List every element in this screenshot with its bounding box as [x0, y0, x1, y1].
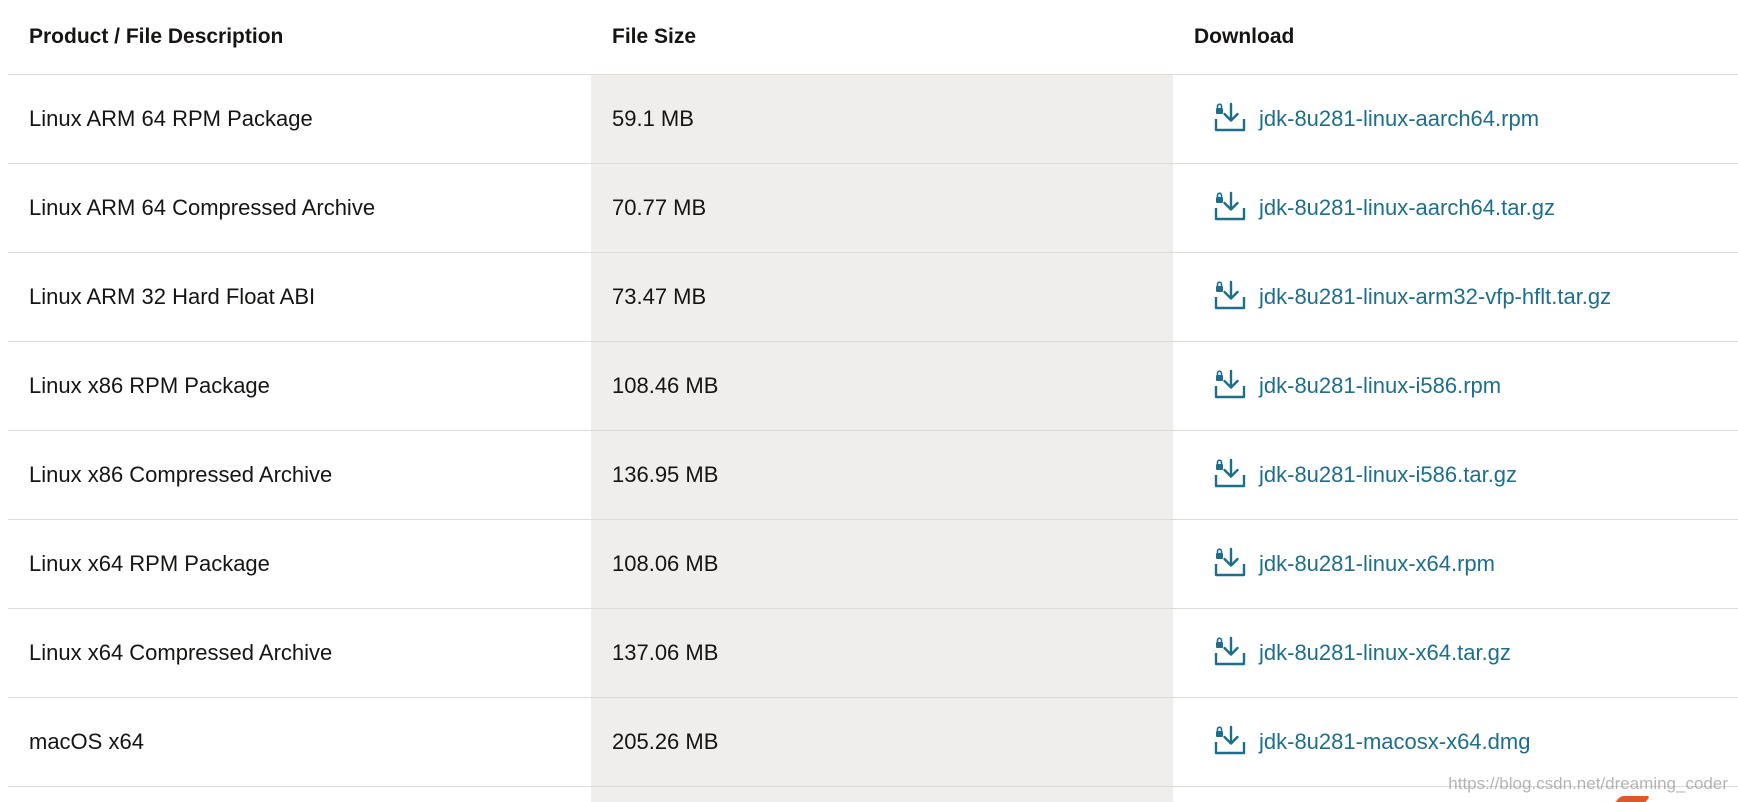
download-filename: jdk-8u281-linux-x64.rpm: [1259, 551, 1495, 576]
download-cell: jdk-8u281-linux-i586.rpm: [1173, 342, 1738, 430]
file-size: 136.95 MB: [612, 462, 719, 487]
table-row: Linux x86 RPM Package 108.46 MB jdk-8u281…: [8, 342, 1738, 431]
download-link[interactable]: jdk-8u281-linux-i586.rpm: [1211, 368, 1501, 404]
lock-download-icon: [1211, 546, 1247, 582]
download-link[interactable]: jdk-8u281-macosx-x64.dmg: [1211, 724, 1530, 760]
download-filename: jdk-8u281-linux-arm32-vfp-hflt.tar.gz: [1259, 284, 1612, 309]
lock-download-icon: [1211, 279, 1247, 315]
table-body: Linux ARM 64 RPM Package 59.1 MB jdk-8u28…: [8, 75, 1738, 787]
table-row: Linux x86 Compressed Archive 136.95 MB jd…: [8, 431, 1738, 520]
lock-download-icon: [1211, 101, 1247, 137]
download-link[interactable]: jdk-8u281-linux-x64.tar.gz: [1211, 635, 1511, 671]
table-row: Linux x64 RPM Package 108.06 MB jdk-8u281…: [8, 520, 1738, 609]
downloads-page: Product / File Description File Size Dow…: [0, 0, 1738, 802]
download-link[interactable]: jdk-8u281-linux-aarch64.rpm: [1211, 101, 1539, 137]
table-row: Linux ARM 64 RPM Package 59.1 MB jdk-8u28…: [8, 75, 1738, 164]
file-size: 108.06 MB: [612, 551, 719, 576]
file-size: 70.77 MB: [612, 195, 707, 220]
download-filename: jdk-8u281-linux-x64.tar.gz: [1259, 640, 1511, 665]
lock-download-icon: [1211, 457, 1247, 493]
corner-arrow-mark: [1615, 796, 1651, 802]
download-cell: jdk-8u281-linux-aarch64.tar.gz: [1173, 164, 1738, 252]
lock-download-icon: [1211, 635, 1247, 671]
file-description: Linux x86 RPM Package: [29, 373, 270, 398]
download-link[interactable]: jdk-8u281-linux-x64.rpm: [1211, 546, 1495, 582]
download-filename: jdk-8u281-linux-i586.tar.gz: [1259, 462, 1518, 487]
table-row: Linux ARM 64 Compressed Archive 70.77 MB …: [8, 164, 1738, 253]
download-link[interactable]: jdk-8u281-linux-aarch64.tar.gz: [1211, 190, 1555, 226]
download-filename: jdk-8u281-linux-i586.rpm: [1259, 373, 1502, 398]
download-cell: jdk-8u281-linux-i586.tar.gz: [1173, 431, 1738, 519]
lock-download-icon: [1211, 368, 1247, 404]
download-cell: jdk-8u281-macosx-x64.dmg: [1173, 698, 1738, 786]
lock-download-icon: [1211, 724, 1247, 760]
file-description: Linux ARM 64 Compressed Archive: [29, 195, 376, 220]
table-row: Linux ARM 32 Hard Float ABI 73.47 MB jdk-…: [8, 253, 1738, 342]
file-size: 108.46 MB: [612, 373, 719, 398]
file-size: 73.47 MB: [612, 284, 707, 309]
download-cell: jdk-8u281-linux-arm32-vfp-hflt.tar.gz: [1173, 253, 1738, 341]
file-size: 59.1 MB: [612, 106, 694, 131]
download-link[interactable]: jdk-8u281-linux-i586.tar.gz: [1211, 457, 1517, 493]
file-description: Linux x64 RPM Package: [29, 551, 270, 576]
file-description: Linux ARM 32 Hard Float ABI: [29, 284, 316, 309]
download-cell: jdk-8u281-linux-aarch64.rpm: [1173, 75, 1738, 163]
header-download: Download: [1194, 25, 1295, 48]
file-description: macOS x64: [29, 729, 144, 754]
watermark: https://blog.csdn.net/dreaming_coder: [1448, 774, 1728, 793]
table-row: Linux x64 Compressed Archive 137.06 MB jd…: [8, 609, 1738, 698]
file-description: Linux ARM 64 RPM Package: [29, 106, 313, 131]
download-cell: jdk-8u281-linux-x64.tar.gz: [1173, 609, 1738, 697]
file-description: Linux x64 Compressed Archive: [29, 640, 333, 665]
file-size: 137.06 MB: [612, 640, 719, 665]
download-cell: jdk-8u281-linux-x64.rpm: [1173, 520, 1738, 608]
download-filename: jdk-8u281-macosx-x64.dmg: [1259, 729, 1531, 754]
header-file-size: File Size: [612, 25, 697, 48]
download-table: Product / File Description File Size Dow…: [8, 0, 1738, 787]
table-header: Product / File Description File Size Dow…: [8, 0, 1738, 75]
download-link[interactable]: jdk-8u281-linux-arm32-vfp-hflt.tar.gz: [1211, 279, 1611, 315]
file-description: Linux x86 Compressed Archive: [29, 462, 333, 487]
lock-download-icon: [1211, 190, 1247, 226]
file-size: 205.26 MB: [612, 729, 719, 754]
download-filename: jdk-8u281-linux-aarch64.tar.gz: [1259, 195, 1555, 220]
header-description: Product / File Description: [29, 25, 284, 48]
download-filename: jdk-8u281-linux-aarch64.rpm: [1259, 106, 1540, 131]
